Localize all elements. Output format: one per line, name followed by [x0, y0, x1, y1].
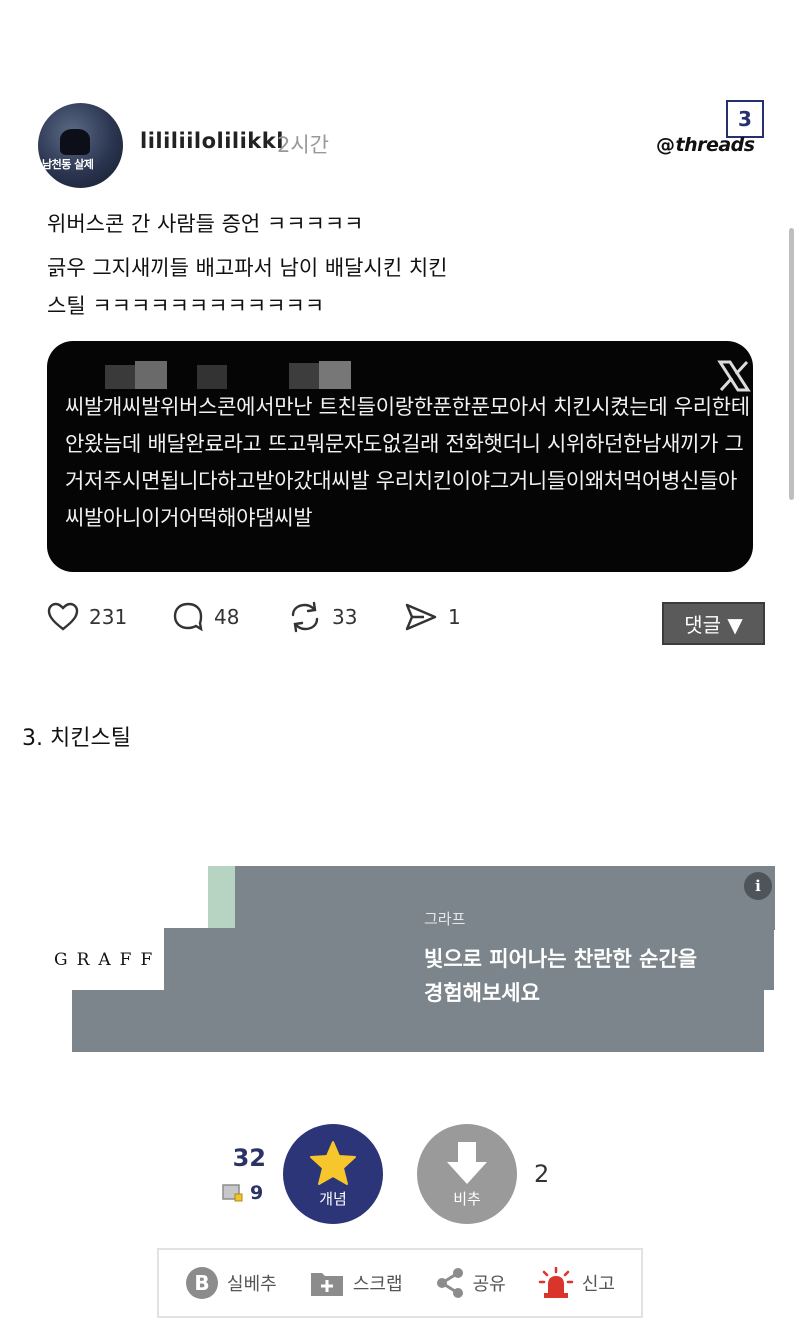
siren-icon	[538, 1267, 574, 1298]
blurred-name	[105, 365, 135, 389]
ad-copy: 빛으로 피어나는 찬란한 순간을 경험해보세요	[424, 942, 697, 1010]
ad-brand-name: 그라프	[424, 910, 466, 928]
send-count: 1	[448, 605, 461, 629]
post-text-line: 스틸 ㅋㅋㅋㅋㅋㅋㅋㅋㅋㅋㅋㅋ	[47, 294, 325, 318]
repost-count: 33	[332, 605, 358, 629]
blurred-handle	[319, 361, 351, 389]
realbest-b-icon: B	[186, 1267, 219, 1299]
send-icon	[405, 603, 437, 631]
mobile-vote-icon	[222, 1184, 243, 1202]
share-icon	[436, 1268, 463, 1298]
post-action-bar: B 실베추 스크랩 공유 신고	[157, 1248, 643, 1318]
ad-image-strip	[208, 866, 235, 930]
image-number-badge: 3	[726, 100, 764, 138]
ad-brand-logo: GRAFF	[54, 950, 162, 970]
share-button[interactable]: 공유	[435, 1267, 506, 1299]
upvote-label: 개념	[319, 1189, 347, 1208]
downvote-button[interactable]: 비추	[417, 1124, 517, 1224]
section-title: 3. 치킨스틸	[22, 726, 131, 751]
star-icon	[310, 1140, 356, 1185]
comment-count: 48	[214, 605, 240, 629]
heart-icon	[47, 602, 79, 631]
down-arrow-icon	[447, 1141, 487, 1184]
upvote-count: 32	[232, 1144, 266, 1172]
downvote-label: 비추	[453, 1189, 481, 1208]
like-count: 231	[89, 605, 128, 629]
tweet-text: 씨발개씨발위버스콘에서만난 트친들이랑한푼한푼모아서 치킨시켰는데 우리한테안왔…	[65, 395, 750, 530]
blurred-name	[197, 365, 227, 389]
realbest-button[interactable]: B 실베추	[185, 1266, 277, 1300]
ad-copy-line: 빛으로 피어나는 찬란한 순간을	[424, 947, 698, 971]
scrap-button[interactable]: 스크랩	[309, 1268, 403, 1298]
ad-banner[interactable]	[208, 866, 775, 930]
comment-toggle-button[interactable]: 댓글 ▼	[662, 602, 765, 645]
embedded-tweet-image: 씨발개씨발위버스콘에서만난 트친들이랑한푼한푼모아서 치킨시켰는데 우리한테안왔…	[47, 341, 753, 572]
x-logo-icon	[717, 360, 751, 392]
blurred-handle	[289, 363, 319, 389]
avatar[interactable]: 남천동 살제	[38, 103, 123, 188]
scrollbar[interactable]	[789, 228, 794, 500]
post-text-line: 위버스콘 간 사람들 증언 ㅋㅋㅋㅋㅋ	[47, 212, 364, 236]
downvote-count: 2	[534, 1160, 550, 1188]
threads-at-icon: @	[656, 134, 675, 156]
avatar-figure	[60, 129, 90, 155]
ad-copy-line: 경험해보세요	[424, 981, 540, 1005]
report-button[interactable]: 신고	[538, 1267, 615, 1299]
repost-action[interactable]: 33	[288, 600, 357, 634]
fixed-upvote-count: 9	[222, 1182, 263, 1204]
threads-logo: @threads	[656, 134, 755, 156]
comment-action[interactable]: 48	[172, 600, 239, 634]
username[interactable]: lililiilolilikkl	[140, 129, 284, 153]
post-text-line: 긁우 그지새끼들 배고파서 남이 배달시킨 치킨	[47, 256, 448, 280]
post-time: 2시간	[277, 133, 330, 157]
ad-info-icon[interactable]: i	[744, 872, 772, 900]
send-action[interactable]: 1	[404, 600, 461, 634]
blurred-name	[135, 361, 167, 389]
speech-bubble-icon	[173, 602, 203, 632]
svg-text:B: B	[194, 1271, 209, 1295]
folder-plus-icon	[310, 1273, 343, 1296]
repost-icon	[291, 601, 319, 633]
like-action[interactable]: 231	[47, 600, 127, 634]
avatar-caption: 남천동 살제	[42, 158, 94, 171]
upvote-button[interactable]: 개념	[283, 1124, 383, 1224]
